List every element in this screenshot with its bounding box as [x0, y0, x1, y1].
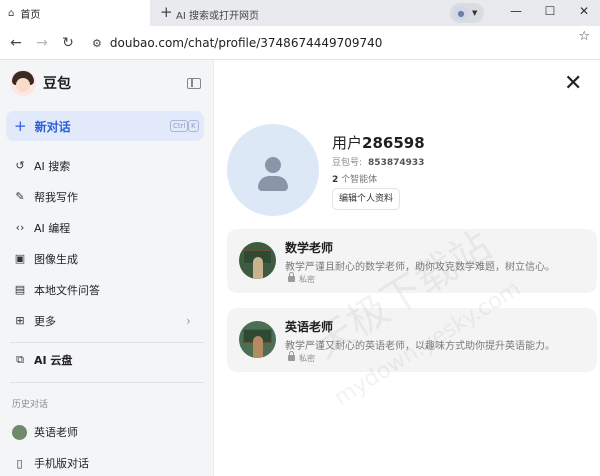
sidebar-item-writing[interactable]: ✎ 帮我写作: [0, 181, 214, 212]
divider: [10, 382, 204, 383]
back-button[interactable]: ←: [8, 34, 24, 52]
sidebar-collapse-icon[interactable]: [187, 78, 201, 89]
sidebar-item-more[interactable]: ⊞ 更多 ›: [0, 305, 214, 336]
pen-icon: ✎: [15, 190, 25, 203]
divider: [10, 342, 204, 343]
site-settings-icon[interactable]: ⚙: [92, 37, 102, 50]
history-title: 历史对话: [12, 400, 49, 410]
new-tab-label[interactable]: AI 搜索或打开网页: [176, 7, 259, 22]
code-icon: ‹›: [15, 221, 25, 234]
history-item[interactable]: ▯ 手机版对话: [12, 453, 89, 473]
sidebar-item-label: 更多: [34, 314, 56, 328]
minimize-button[interactable]: —: [506, 4, 526, 18]
profile-id: 豆包号: 853874933: [332, 158, 425, 168]
edit-profile-button[interactable]: 编辑个人资料: [332, 188, 401, 210]
brand[interactable]: 豆包: [10, 70, 71, 96]
agent-privacy: 私密: [288, 351, 315, 364]
sidebar-item-label: 本地文件问答: [34, 283, 100, 297]
phone-icon: ▯: [16, 456, 23, 470]
close-window-button[interactable]: ✕: [574, 4, 594, 18]
address-bar: ← → ↻ ⚙ doubao.com/chat/profile/37486744…: [0, 26, 600, 60]
english-teacher-avatar: [239, 321, 276, 358]
sidebar-item-image-gen[interactable]: ▣ 图像生成: [0, 243, 214, 274]
bookmark-star-icon[interactable]: ☆: [578, 29, 590, 44]
sidebar: 豆包 + 新对话 Ctrl K ↺ AI 搜索 ✎ 帮我写作 ‹› AI 编程 …: [0, 60, 214, 476]
new-chat-button[interactable]: + 新对话 Ctrl K: [6, 111, 204, 141]
brand-name: 豆包: [43, 76, 71, 92]
cloud-drive-icon: ⧉: [16, 352, 24, 366]
profile-username: 用户286598: [332, 134, 425, 152]
english-teacher-avatar: [12, 424, 27, 440]
home-icon: ⌂: [8, 7, 15, 19]
doubao-logo: [10, 70, 36, 96]
grid-icon: ⊞: [15, 314, 25, 327]
sidebar-item-label: AI 云盘: [34, 353, 73, 367]
profile-avatar[interactable]: [227, 124, 319, 216]
image-icon: ▣: [14, 252, 26, 265]
sidebar-item-ai-cloud[interactable]: ⧉ AI 云盘: [0, 344, 214, 375]
sidebar-item-local-file-qa[interactable]: ▤ 本地文件问答: [0, 274, 214, 305]
sidebar-item-label: AI 搜索: [34, 159, 71, 173]
history-item[interactable]: 英语老师: [12, 422, 78, 442]
forward-button[interactable]: →: [34, 34, 50, 52]
history-item-label: 英语老师: [34, 426, 78, 439]
reload-button[interactable]: ↻: [60, 34, 76, 52]
url-text: doubao.com/chat/profile/3748674449709740: [109, 36, 383, 50]
tab-home[interactable]: ⌂ 首页: [0, 0, 150, 26]
user-silhouette-icon: [265, 157, 281, 173]
browser-profile-button[interactable]: ● ▼: [450, 3, 484, 23]
agent-privacy: 私密: [288, 272, 315, 285]
user-avatar-icon: ●: [454, 6, 468, 20]
file-icon: ▤: [14, 283, 26, 296]
shortcut-key-ctrl: Ctrl: [170, 120, 189, 132]
shortcut-key-k: K: [188, 120, 199, 132]
sidebar-item-coding[interactable]: ‹› AI 编程: [0, 212, 214, 243]
math-teacher-avatar: [239, 242, 276, 279]
lock-icon: [288, 351, 295, 361]
history-item-label: 手机版对话: [34, 457, 89, 470]
plus-icon: +: [14, 117, 27, 135]
browser-tab-bar: ⌂ 首页 + AI 搜索或打开网页 ● ▼ — ☐ ✕: [0, 0, 600, 26]
agent-count: 2 个智能体: [332, 175, 378, 185]
sidebar-item-ai-search[interactable]: ↺ AI 搜索: [0, 150, 214, 181]
sidebar-menu: ↺ AI 搜索 ✎ 帮我写作 ‹› AI 编程 ▣ 图像生成 ▤ 本地文件问答 …: [0, 150, 214, 336]
sidebar-item-label: 帮我写作: [34, 190, 78, 204]
agent-name: 数学老师: [285, 241, 334, 255]
new-chat-label: 新对话: [34, 119, 71, 134]
plus-icon[interactable]: +: [160, 3, 173, 21]
tab-home-label: 首页: [20, 9, 41, 21]
chevron-right-icon: ›: [186, 313, 191, 328]
chevron-down-icon: ▼: [472, 9, 478, 17]
lock-icon: [288, 272, 295, 282]
ai-search-icon: ↺: [15, 159, 25, 172]
maximize-button[interactable]: ☐: [540, 4, 560, 18]
sidebar-item-label: 图像生成: [34, 252, 78, 266]
url-field[interactable]: ⚙ doubao.com/chat/profile/37486744497097…: [86, 31, 596, 55]
close-icon[interactable]: ✕: [564, 72, 582, 96]
sidebar-item-label: AI 编程: [34, 221, 71, 235]
